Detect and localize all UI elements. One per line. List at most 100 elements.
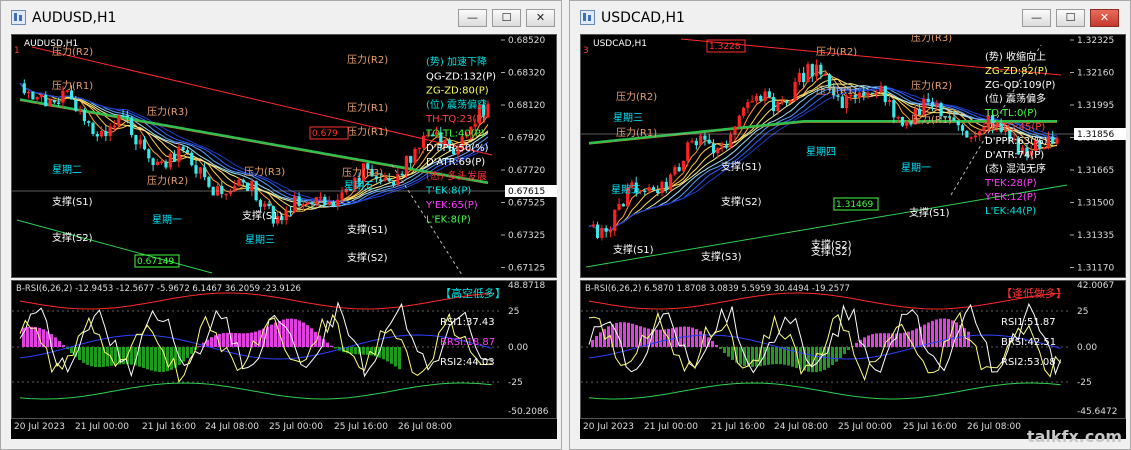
rsi-readout: RSI1:51.87 [1001,317,1056,328]
candle-body [379,179,383,181]
corner-marker: 3 [583,46,589,56]
rsi-histogram-bar [779,347,782,365]
rsi-histogram-bar [655,329,658,347]
candle-body [862,92,866,96]
rsi-axis-label: 0.00 [508,343,528,353]
candle-body [203,167,207,178]
candle-body [57,102,61,104]
chart-window-audusd[interactable]: AUDUSD,H1 — ☐ ✕ AUDUSD,H1 1 压力(R2) 压力(R1) 压力… [0,0,562,450]
minimize-button[interactable]: — [458,9,487,27]
price-axis-label: 1.31170 [1077,264,1114,274]
price-axis-label: 0.67125 [508,264,545,274]
rsi-histogram-bar [370,347,373,356]
candle-body [802,72,806,83]
title-bar[interactable]: USDCAD,H1 — ☐ ✕ [570,1,1130,34]
candle-body [400,173,404,176]
candle-body [699,135,703,146]
rsi-panel[interactable]: B-RSI(6,26,2) 6.5870 1.8708 3.0839 5.595… [580,280,1126,419]
price-axis-label: 1.32325 [1077,36,1114,46]
candle-body [793,81,797,101]
candle-body [245,182,250,191]
rsi-histogram-bar [767,347,770,365]
chart-window-usdcad[interactable]: USDCAD,H1 — ☐ ✕ USDCAD,H1 3 压力(R2) 压力(R1) 压力… [569,0,1131,450]
rsi-readout: RSI1:37.43 [440,317,495,328]
candle-body [776,101,780,112]
candle-body [181,146,185,151]
maximize-button[interactable]: ☐ [1056,9,1085,27]
level-label: 支撑(S1) [721,160,762,173]
candle-body [323,196,327,205]
level-label: 压力(R2) [147,174,188,187]
rsi-histogram-bar [214,335,217,347]
candle-body [870,92,874,95]
candle-body [729,134,733,148]
price-chart-svg: AUDUSD,H11 压力(R2)压力(R1)压力(R3)压力(R2)压力(R1)… [12,36,558,276]
chart-window-icon [11,10,26,25]
rsi-signal-badge: 【高空低多】 [440,286,506,300]
info-readout: ZG-ZD:80(P) [426,86,489,97]
title-bar[interactable]: AUDUSD,H1 — ☐ ✕ [1,1,561,34]
candle-body [310,202,314,204]
level-label: 压力(R3) [147,105,188,118]
candle-body [741,107,746,116]
candle-body [121,115,125,117]
rsi-panel[interactable]: B-RSI(6,26,2) -12.9453 -12.5677 -5.9672 … [11,280,557,419]
close-button[interactable]: ✕ [526,9,555,27]
candle-body [52,99,56,103]
rsi-axis-label: -50.2086 [508,407,549,417]
info-readout: TO-TL:40(P) [425,129,485,140]
window-title: USDCAD,H1 [601,10,685,26]
info-readout: L'EK:8(P) [426,214,471,225]
rsi-histogram-bar [290,318,293,347]
candle-body [190,152,194,166]
maximize-button[interactable]: ☐ [492,9,521,27]
candle-body [228,191,232,194]
rsi-histogram-bar [286,318,289,347]
candle-body [604,228,608,232]
candle-body [39,94,44,98]
rsi-readout: RSI2:53.08 [1001,357,1056,368]
level-label: 支撑(S2) [811,238,852,251]
price-chart-panel[interactable]: AUDUSD,H1 1 压力(R2) 压力(R1) 压力(R3) 压力(R2) 压力(R1)… [11,34,558,278]
rsi-histogram-bar [82,347,85,363]
info-readout: (态) 多头发展 [426,169,487,182]
candle-body [737,115,741,127]
rsi-histogram-bar [715,344,718,347]
info-readout: Y'EK:65(P) [425,200,478,211]
price-axis-label: 0.67920 [508,134,545,144]
time-axis-label: 25 Jul 00:00 [269,422,323,432]
candle-body [108,126,112,136]
level-label: 星期四 [806,146,836,158]
close-button[interactable]: ✕ [1090,9,1119,27]
rsi-histogram-bar [595,335,598,347]
price-axis-label: 1.31665 [1077,166,1114,176]
level-label: 压力(R2) [52,45,93,58]
candle-body [960,125,965,131]
candle-body [177,146,181,162]
level-label: 压力(R3) [342,166,383,179]
rsi-histogram-bar [222,333,225,347]
candle-body [172,153,177,162]
time-axis-label: 21 Jul 00:00 [75,422,129,432]
candle-body [617,203,621,210]
candle-body [185,150,190,153]
info-readout: (态) 混沌无序 [985,162,1046,175]
rsi-histogram-bar [294,319,297,347]
candle-body [857,92,862,98]
level-label: 支撑(S1) [52,195,93,208]
candle-body [720,146,724,148]
rsi-histogram-bar [58,341,61,347]
rsi-histogram-bar [390,347,393,364]
level-label: 压力(R2) [347,53,388,66]
time-axis: 20 Jul 2023 21 Jul 00:00 21 Jul 16:00 24 Ju… [11,419,557,439]
level-label: 压力(R2) [816,45,857,58]
level-label: 压力(R1) [816,84,857,97]
symbol-label: USDCAD,H1 [593,39,647,49]
candle-body [840,96,844,109]
info-readout: TH-TQ:45(P) [984,122,1045,133]
price-axis-label: 0.67720 [508,166,545,176]
minimize-button[interactable]: — [1022,9,1051,27]
price-chart-panel[interactable]: USDCAD,H1 3 压力(R2) 压力(R1) 压力(R2) 压力(R1) 压力(R3)… [580,31,1127,278]
rsi-chart-svg: B-RSI(6,26,2) 6.5870 1.8708 3.0839 5.595… [581,281,1117,417]
time-axis-label: 25 Jul 16:00 [903,422,957,432]
